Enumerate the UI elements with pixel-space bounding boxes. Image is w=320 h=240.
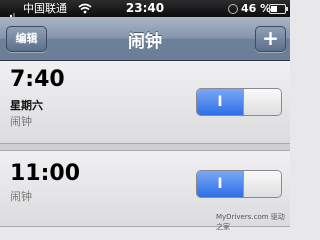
toggle-knob <box>243 89 281 115</box>
alarm-toggle[interactable]: I <box>196 88 282 116</box>
navigation-bar: 编辑 闹钟 + <box>0 17 290 61</box>
alarm-clock-icon <box>228 4 238 14</box>
alarm-repeat: 星期六 <box>10 99 43 112</box>
battery-tip <box>286 7 288 11</box>
battery-icon <box>269 4 286 14</box>
page-title: 闹钟 <box>128 32 162 52</box>
alarm-time: 11:00 <box>10 161 81 186</box>
add-alarm-button[interactable]: + <box>255 26 286 52</box>
alarm-time: 7:40 <box>10 67 65 92</box>
alarm-label: 闹钟 <box>10 190 32 203</box>
toggle-on-indicator: I <box>197 89 243 115</box>
alarm-toggle[interactable]: I <box>196 170 282 198</box>
toggle-knob <box>243 171 281 197</box>
toggle-on-indicator: I <box>197 171 243 197</box>
watermark: MyDrivers.com 驱动之家 <box>216 213 285 231</box>
status-bar: 中国联通 23:40 46 % <box>0 0 290 22</box>
alarm-label: 闹钟 <box>10 115 32 128</box>
alarm-row[interactable]: 7:40 星期六 闹钟 I <box>0 61 290 144</box>
battery-percent: 46 % <box>241 2 272 15</box>
